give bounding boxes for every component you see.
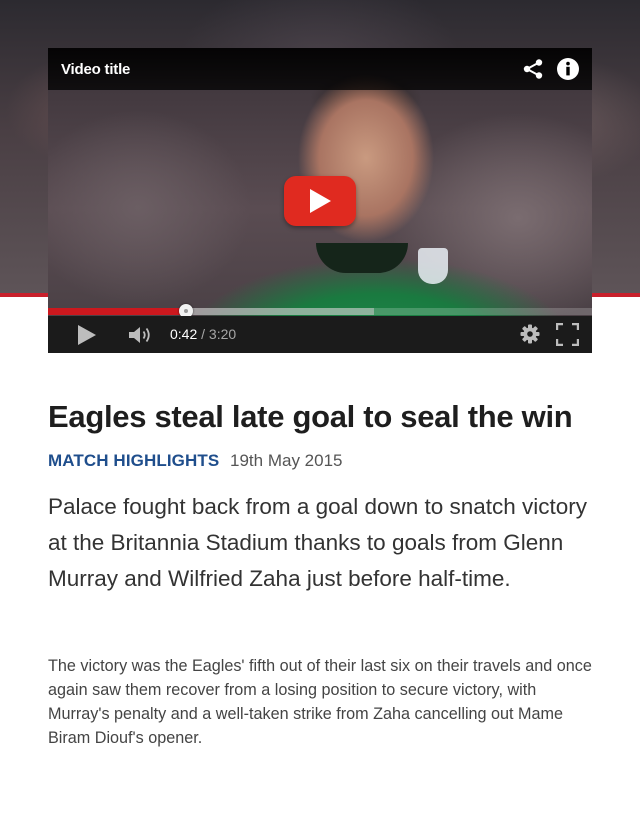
share-icon[interactable] <box>522 58 544 80</box>
publish-date: 19th May 2015 <box>230 451 343 470</box>
article-headline: Eagles steal late goal to seal the win <box>48 399 573 434</box>
category-link[interactable]: MATCH HIGHLIGHTS <box>48 451 219 470</box>
play-overlay-button[interactable] <box>284 176 356 226</box>
time-display: 0:42 / 3:20 <box>170 326 236 342</box>
video-control-bar: 0:42 / 3:20 <box>48 316 592 353</box>
time-separator: / <box>201 326 206 342</box>
fullscreen-icon[interactable] <box>555 322 580 347</box>
article-body: The victory was the Eagles' fifth out of… <box>48 657 592 747</box>
play-overlay-icon <box>310 189 331 213</box>
progress-played <box>48 308 186 315</box>
video-subject-crest <box>418 248 448 284</box>
play-icon[interactable] <box>76 324 98 346</box>
info-icon[interactable] <box>556 57 580 81</box>
duration: 3:20 <box>208 326 237 342</box>
video-subject-collar <box>316 243 408 273</box>
progress-bar[interactable] <box>48 304 592 318</box>
video-player[interactable]: Video title 0:42 / 3:20 <box>48 48 592 353</box>
article-lead: Palace fought back from a goal down to s… <box>48 494 588 591</box>
current-time: 0:42 <box>170 326 198 342</box>
gear-icon[interactable] <box>520 324 540 344</box>
volume-icon[interactable] <box>128 325 156 345</box>
video-top-bar: Video title <box>48 48 592 90</box>
video-title[interactable]: Video title <box>61 61 130 78</box>
article-meta: MATCH HIGHLIGHTS 19th May 2015 <box>48 451 342 471</box>
